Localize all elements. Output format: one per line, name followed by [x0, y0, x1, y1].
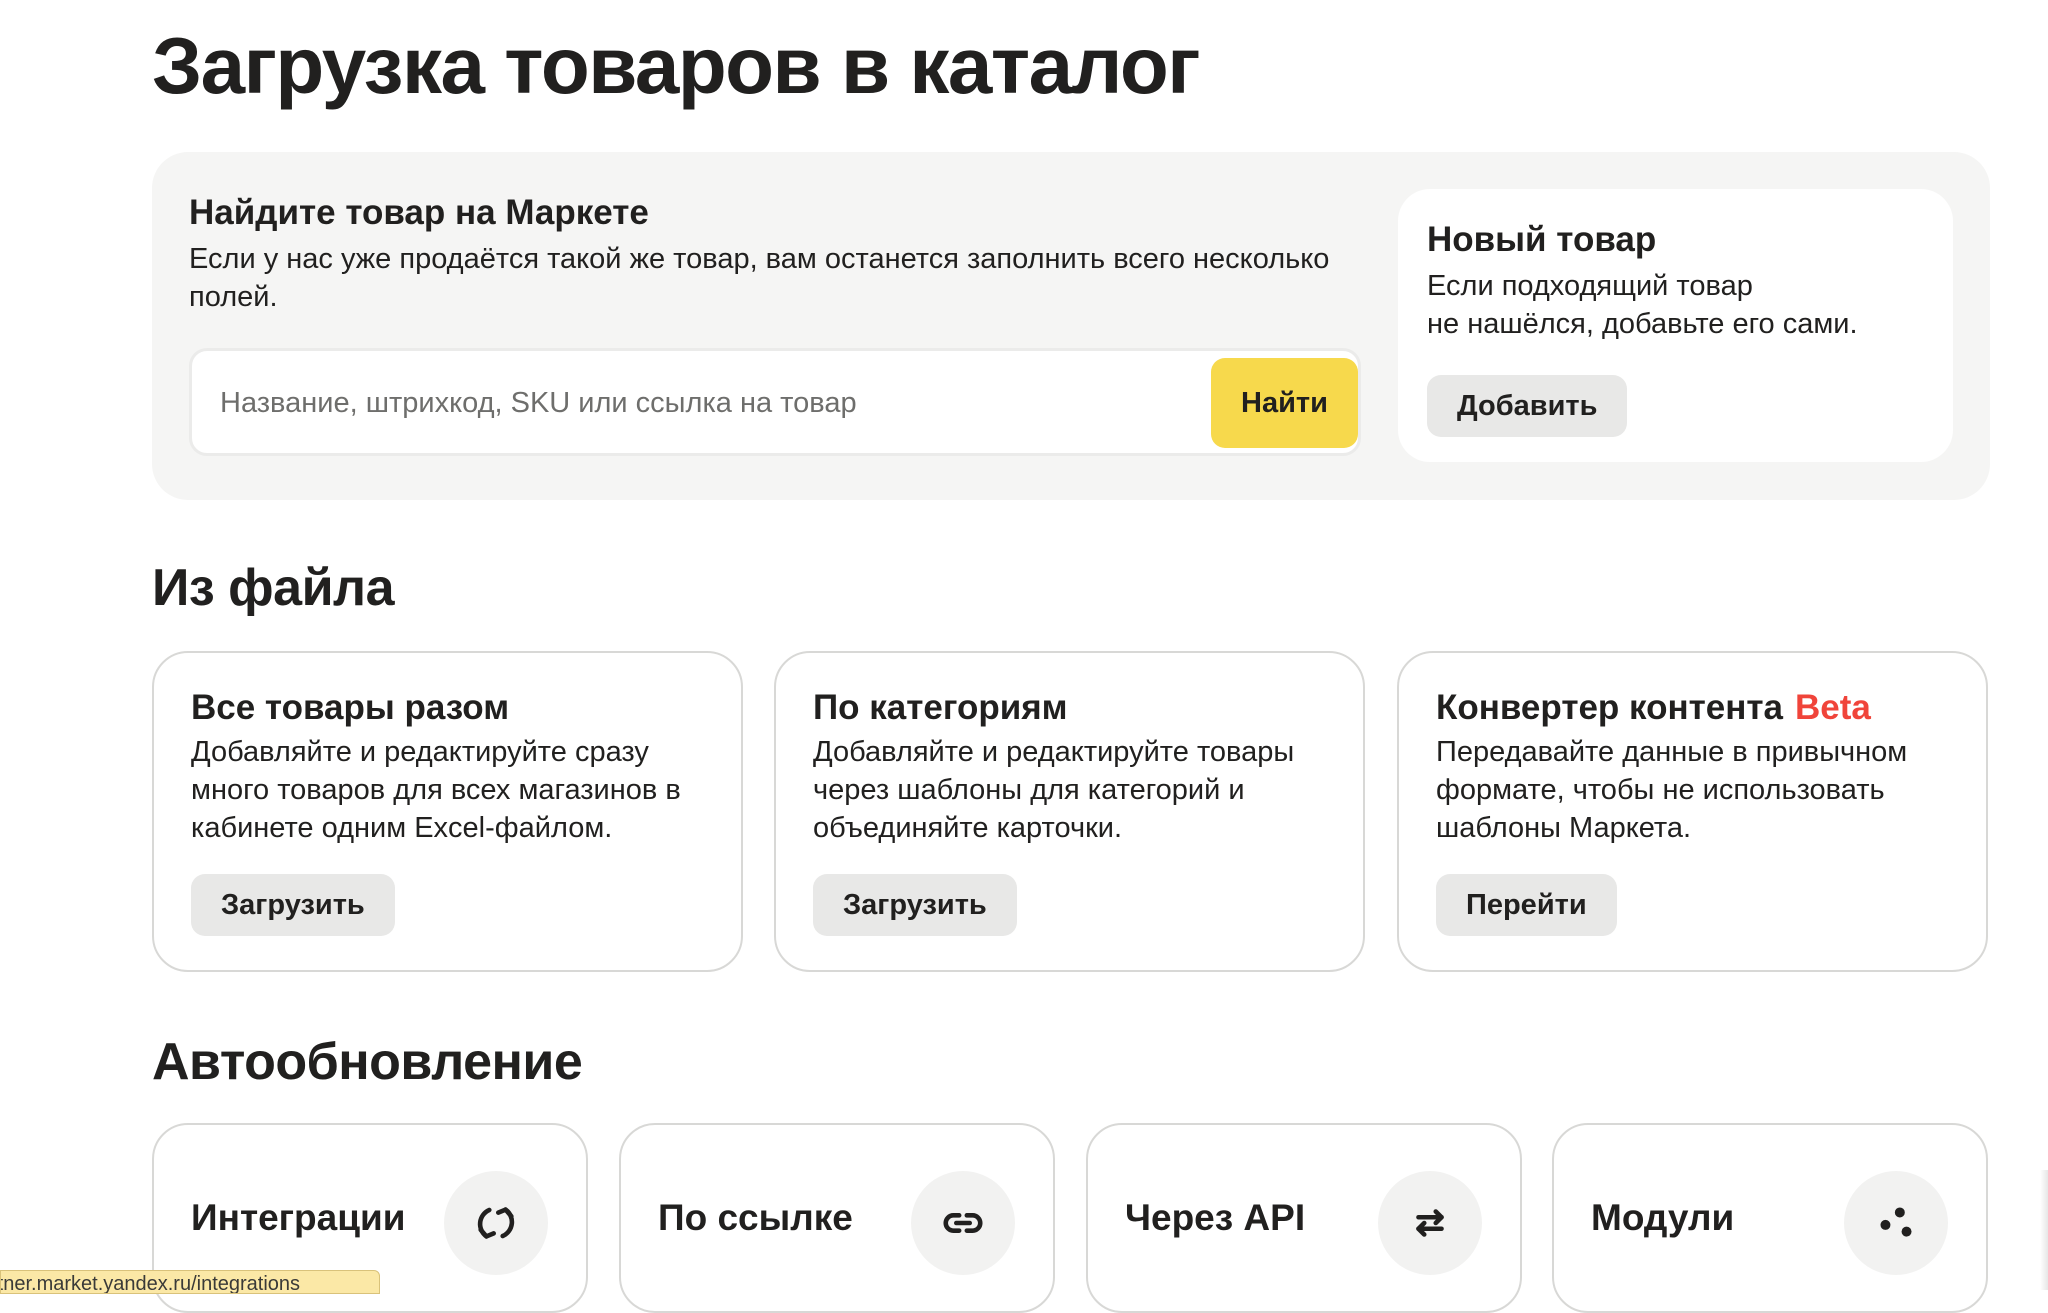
from-file-title: Из файла [152, 559, 395, 617]
link-icon [911, 1171, 1015, 1275]
page-title: Загрузка товаров в каталог [152, 21, 1201, 110]
new-product-description-line1: Если подходящий товар [1427, 270, 1753, 302]
search-box: Найти [189, 348, 1361, 456]
refresh-icon [444, 1171, 548, 1275]
upload-by-category-button[interactable]: Загрузить [813, 874, 1017, 936]
card-title-text: Конвертер контента [1436, 688, 1783, 727]
new-product-description: Если подходящий товар не нашёлся, добавь… [1427, 267, 1917, 343]
card-title: Конвертер контента Beta [1436, 685, 1871, 731]
modules-dots-icon [1844, 1171, 1948, 1275]
integrations-label: Интеграции [191, 1197, 406, 1238]
modules-card[interactable]: Модули [1552, 1123, 1988, 1313]
find-product-description: Если у нас уже продаётся такой же товар,… [189, 243, 1330, 313]
via-api-card[interactable]: Через API [1086, 1123, 1522, 1313]
by-link-label: По ссылке [658, 1197, 853, 1238]
content-converter-card: Конвертер контента Beta Передавайте данны… [1397, 651, 1988, 972]
card-title: Все товары разом [191, 688, 510, 727]
auto-update-title: Автообновление [152, 1033, 583, 1091]
find-button[interactable]: Найти [1211, 358, 1358, 448]
card-title: По категориям [813, 688, 1068, 727]
new-product-title: Новый товар [1427, 220, 1657, 259]
modules-label: Модули [1591, 1197, 1735, 1238]
card-description: Передавайте данные в привычном формате, … [1436, 736, 1908, 844]
new-product-card: Новый товар Если подходящий товар не наш… [1398, 189, 1953, 462]
swap-arrows-icon [1378, 1171, 1482, 1275]
card-description: Добавляйте и редактируйте товары через ш… [813, 736, 1295, 844]
product-search-input[interactable] [199, 358, 1199, 448]
card-description: Добавляйте и редактируйте сразу много то… [191, 736, 681, 844]
open-converter-button[interactable]: Перейти [1436, 874, 1617, 936]
all-products-card: Все товары разом Добавляйте и редактируй… [152, 651, 743, 972]
add-product-button[interactable]: Добавить [1427, 375, 1628, 437]
beta-badge: Beta [1794, 688, 1871, 727]
via-api-label: Через API [1125, 1197, 1306, 1238]
find-product-title: Найдите товар на Маркете [189, 193, 649, 232]
by-category-card: По категориям Добавляйте и редактируйте … [774, 651, 1365, 972]
by-link-card[interactable]: По ссылке [619, 1123, 1055, 1313]
status-bar-url: rtner.market.yandex.ru/integrations [0, 1270, 380, 1294]
new-product-description-line2: не нашёлся, добавьте его сами. [1427, 308, 1858, 340]
upload-all-button[interactable]: Загрузить [191, 874, 395, 936]
find-product-section: Найдите товар на Маркете Если у нас уже … [152, 152, 1990, 500]
scroll-edge [2040, 1170, 2048, 1290]
